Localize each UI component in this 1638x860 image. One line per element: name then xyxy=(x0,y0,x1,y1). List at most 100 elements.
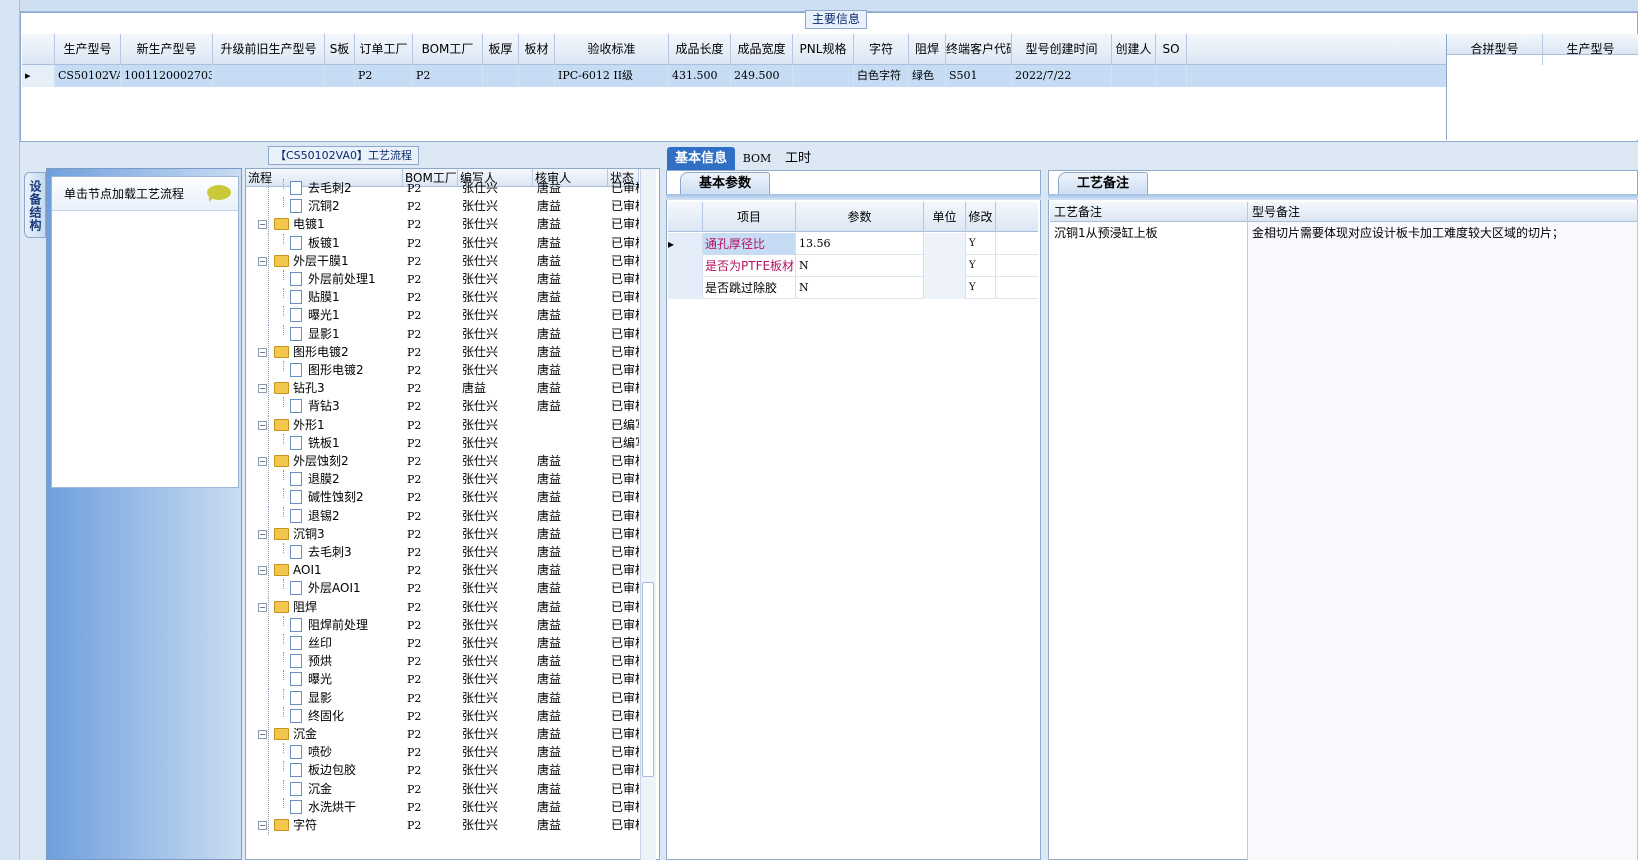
main-column-header[interactable]: 验收标准 xyxy=(555,34,669,65)
main-cell[interactable] xyxy=(325,65,355,87)
craft-note-text[interactable]: 沉铜1从预浸缸上板 xyxy=(1050,222,1248,860)
tree-node[interactable]: 板边包胶 xyxy=(246,761,403,781)
param-row[interactable]: 是否跳过除胶 N Y xyxy=(668,277,1038,299)
main-cell[interactable] xyxy=(1112,65,1156,87)
column-model-note[interactable]: 型号备注 xyxy=(1248,202,1638,222)
param-unit[interactable] xyxy=(924,255,966,277)
main-cell[interactable] xyxy=(519,65,555,87)
tree-node[interactable]: − 图形电镀2 xyxy=(246,342,403,362)
param-row[interactable]: ▸ 通孔厚径比 13.56 Y xyxy=(668,233,1038,255)
tree-row[interactable]: 铣板1 P2 张仕兴 已编写 xyxy=(246,433,639,453)
tree-row[interactable]: − 字符 P2 张仕兴 唐益 已审核 xyxy=(246,816,639,835)
tree-row[interactable]: − 钻孔3 P2 唐益 唐益 已审核 xyxy=(246,379,639,399)
tree-node[interactable]: 铣板1 xyxy=(246,433,403,453)
tab-basic-info[interactable]: 基本信息 xyxy=(667,147,735,170)
param-row[interactable]: 是否为PTFE板材 N Y xyxy=(668,255,1038,277)
column-production-model[interactable]: 生产型号 xyxy=(1543,34,1638,65)
main-column-header[interactable]: 订单工厂 xyxy=(355,34,413,65)
param-value[interactable]: 13.56 xyxy=(796,233,924,255)
main-cell[interactable]: CS50102VA0 xyxy=(55,65,121,87)
tree-node[interactable]: 曝光 xyxy=(246,670,403,690)
column-craft-note[interactable]: 工艺备注 xyxy=(1050,202,1248,222)
tree-row[interactable]: − 沉金 P2 张仕兴 唐益 已审核 xyxy=(246,725,639,744)
main-cell[interactable]: S501 xyxy=(946,65,1012,87)
tree-node[interactable]: − 沉金 xyxy=(246,725,403,744)
tab-basic-params[interactable]: 基本参数 xyxy=(680,172,770,194)
collapse-icon[interactable]: − xyxy=(258,220,267,230)
tree-node[interactable]: 去毛刺2 xyxy=(246,179,403,198)
tree-node[interactable]: 终固化 xyxy=(246,706,403,726)
tree-row[interactable]: − 外层蚀刻2 P2 张仕兴 唐益 已审核 xyxy=(246,452,639,471)
tree-row[interactable]: 丝印 P2 张仕兴 唐益 已审核 xyxy=(246,634,639,653)
tree-row[interactable]: 阻焊前处理 P2 张仕兴 唐益 已审核 xyxy=(246,615,639,635)
tree-row[interactable]: 终固化 P2 张仕兴 唐益 已审核 xyxy=(246,706,639,726)
tree-node[interactable]: − 外层蚀刻2 xyxy=(246,452,403,471)
tree-node[interactable]: − 阻焊 xyxy=(246,597,403,617)
param-value[interactable]: N xyxy=(796,255,924,277)
tree-row[interactable]: 碱性蚀刻2 P2 张仕兴 唐益 已审核 xyxy=(246,488,639,508)
param-modify[interactable]: Y xyxy=(966,255,996,277)
vertical-splitter-2[interactable] xyxy=(1041,170,1048,860)
tree-node[interactable]: 背钻3 xyxy=(246,397,403,417)
collapse-icon[interactable]: − xyxy=(258,566,267,576)
tree-row[interactable]: − AOI1 P2 张仕兴 唐益 已审核 xyxy=(246,561,639,581)
tree-row[interactable]: − 外层干膜1 P2 张仕兴 唐益 已审核 xyxy=(246,251,639,271)
main-cell[interactable]: 431.500 xyxy=(669,65,731,87)
tree-node[interactable]: 退锡2 xyxy=(246,506,403,526)
main-column-header[interactable]: 生产型号 xyxy=(55,34,121,65)
tree-node[interactable]: − 电镀1 xyxy=(246,215,403,235)
tree-row[interactable]: 退锡2 P2 张仕兴 唐益 已审核 xyxy=(246,506,639,526)
tree-node[interactable]: 外层前处理1 xyxy=(246,270,403,289)
param-modify[interactable]: Y xyxy=(966,277,996,299)
main-cell[interactable]: 绿色 xyxy=(909,65,946,87)
collapse-icon[interactable]: − xyxy=(258,347,267,357)
tree-node[interactable]: 显影 xyxy=(246,688,403,708)
main-cell[interactable]: 10011200027031 xyxy=(121,65,213,87)
tree-node[interactable]: 丝印 xyxy=(246,634,403,653)
collapse-icon[interactable]: − xyxy=(258,821,267,830)
main-column-header[interactable]: 新生产型号 xyxy=(121,34,213,65)
collapse-icon[interactable]: − xyxy=(258,420,267,430)
main-column-header[interactable]: 成品宽度 xyxy=(731,34,793,65)
tree-row[interactable]: 背钻3 P2 张仕兴 唐益 已审核 xyxy=(246,397,639,417)
tree-row[interactable]: 曝光 P2 张仕兴 唐益 已审核 xyxy=(246,670,639,690)
main-column-header[interactable]: 升级前旧生产型号 xyxy=(213,34,325,65)
main-column-header[interactable]: 板材 xyxy=(519,34,555,65)
tree-node[interactable]: − 字符 xyxy=(246,816,403,835)
tree-node[interactable]: 沉金 xyxy=(246,779,403,799)
main-cell[interactable] xyxy=(483,65,519,87)
tree-row[interactable]: 预烘 P2 张仕兴 唐益 已审核 xyxy=(246,652,639,672)
tree-node[interactable]: 碱性蚀刻2 xyxy=(246,488,403,508)
main-cell[interactable]: 白色字符 xyxy=(854,65,909,87)
collapse-icon[interactable]: − xyxy=(258,384,267,394)
main-cell[interactable]: P2 xyxy=(413,65,483,87)
tree-row[interactable]: 板镀1 P2 张仕兴 唐益 已审核 xyxy=(246,233,639,253)
collapse-icon[interactable]: − xyxy=(258,602,267,612)
param-modify[interactable]: Y xyxy=(966,233,996,255)
main-column-header[interactable]: 成品长度 xyxy=(669,34,731,65)
tree-row[interactable]: − 电镀1 P2 张仕兴 唐益 已审核 xyxy=(246,215,639,235)
collapse-icon[interactable]: − xyxy=(258,529,267,539)
tree-node[interactable]: 预烘 xyxy=(246,652,403,672)
tree-row[interactable]: 去毛刺3 P2 张仕兴 唐益 已审核 xyxy=(246,543,639,562)
main-cell[interactable] xyxy=(793,65,854,87)
tree-row[interactable]: 曝光1 P2 张仕兴 唐益 已审核 xyxy=(246,306,639,326)
tree-row[interactable]: 贴膜1 P2 张仕兴 唐益 已审核 xyxy=(246,288,639,308)
tree-row[interactable]: − 阻焊 P2 张仕兴 唐益 已审核 xyxy=(246,597,639,617)
tree-node[interactable]: 阻焊前处理 xyxy=(246,615,403,635)
main-column-header[interactable]: 终端客户代码 xyxy=(946,34,1012,65)
tree-row[interactable]: − 图形电镀2 P2 张仕兴 唐益 已审核 xyxy=(246,342,639,362)
tab-craft-notes[interactable]: 工艺备注 xyxy=(1058,172,1148,194)
tree-node[interactable]: 显影1 xyxy=(246,324,403,344)
model-note-text[interactable]: 金相切片需要体现对应设计板卡加工难度较大区域的切片； xyxy=(1248,222,1638,860)
collapse-icon[interactable]: − xyxy=(258,457,267,466)
main-column-header[interactable]: S板 xyxy=(325,34,355,65)
tree-node[interactable]: 贴膜1 xyxy=(246,288,403,308)
main-cell[interactable]: IPC-6012 II级 xyxy=(555,65,669,87)
tree-row[interactable]: 退膜2 P2 张仕兴 唐益 已审核 xyxy=(246,470,639,490)
tree-node[interactable]: 喷砂 xyxy=(246,743,403,763)
tree-node[interactable]: 曝光1 xyxy=(246,306,403,326)
tab-bom[interactable]: BOM xyxy=(737,147,777,170)
main-cell[interactable] xyxy=(213,65,325,87)
tree-node[interactable]: − 沉铜3 xyxy=(246,524,403,544)
